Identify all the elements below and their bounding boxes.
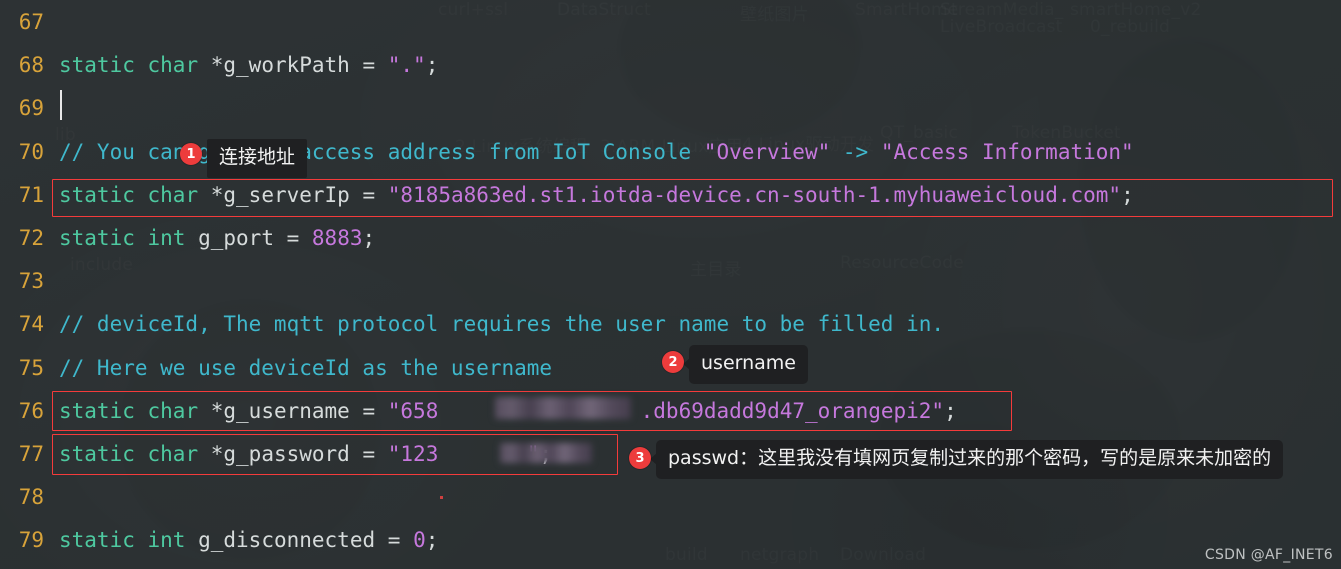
token-kw: char [147, 398, 199, 423]
token-op [135, 226, 148, 250]
text-caret [60, 90, 62, 120]
token-op: ; [425, 528, 439, 553]
line-number: 68 [18, 53, 44, 78]
token-str: "8185a863ed.st1.iotda-device.cn-south-1.… [387, 182, 1122, 207]
token-op [135, 53, 148, 77]
token-id: g_disconnected [198, 528, 376, 553]
token-str: "." [387, 53, 426, 78]
token-str: "Overview" [703, 139, 831, 164]
token-id: g_workPath [223, 53, 350, 78]
token-kw: int [147, 528, 186, 553]
token-op: = [349, 182, 388, 207]
token-str: .db69dadd9d47_orangepi2" [640, 398, 945, 423]
token-op [135, 183, 148, 207]
annotation-tooltip-3: passwd：这里我没有填网页复制过来的那个密码，写的是原来未加密的 [656, 440, 1284, 479]
code-line-text: static int g_port = 8883; [44, 217, 375, 260]
annotation-badge-2: 2 [662, 351, 684, 373]
token-str: "123 [387, 442, 439, 466]
token-op [135, 399, 148, 423]
line-number: 69 [18, 96, 44, 121]
code-line[interactable]: 76 static char *g_username = "658 .db69da… [0, 390, 1341, 433]
token-cmt: // deviceId, The mqtt protocol requires … [59, 312, 945, 337]
token-op [135, 442, 148, 466]
stray-red-dot [440, 496, 443, 499]
token-op: * [198, 53, 224, 78]
line-number: 72 [18, 226, 44, 250]
token-kw: int [147, 226, 186, 250]
token-cmt: // You can get the access address from I… [59, 139, 704, 164]
code-line[interactable]: 78 [0, 476, 1341, 519]
code-line[interactable]: 74 // deviceId, The mqtt protocol require… [0, 303, 1341, 346]
line-number: 74 [18, 312, 44, 337]
token-kw: static [59, 528, 135, 553]
token-kw: char [147, 53, 199, 78]
token-op: * [198, 182, 224, 207]
token-str: "658 [387, 398, 439, 423]
token-kw: char [147, 442, 199, 466]
code-line-text: // deviceId, The mqtt protocol requires … [44, 303, 944, 346]
token-num: 8883 [311, 226, 363, 250]
code-editor-screenshot: curl+sslDataStruct壁纸图片SmartHomeStreamMed… [0, 0, 1341, 569]
password-redaction [500, 443, 592, 463]
token-kw: static [59, 398, 135, 423]
csdn-watermark: CSDN @AF_INET6 [1204, 547, 1333, 563]
username-redaction [495, 397, 631, 419]
token-op: = [375, 528, 414, 553]
token-id: g_password [223, 442, 350, 466]
token-op: = [349, 53, 388, 78]
annotation-badge-1: 1 [180, 143, 202, 165]
token-id: g_port [198, 226, 274, 250]
token-op [185, 528, 198, 552]
code-line[interactable]: 71 static char *g_serverIp = "8185a863ed.… [0, 174, 1341, 217]
line-number: 73 [18, 269, 44, 294]
token-str: "Access Information" [880, 139, 1134, 164]
code-line[interactable]: 67 [0, 1, 1341, 44]
token-kw: char [147, 182, 199, 207]
token-cmt: -> [830, 139, 881, 164]
code-line[interactable]: 72 static int g_port = 8883; [0, 217, 1341, 260]
token-cmt: // Here we use deviceId as the username [59, 355, 553, 380]
token-op [185, 226, 198, 250]
token-op: ; [944, 398, 957, 423]
token-op: ; [1121, 182, 1134, 207]
code-line[interactable]: 79 static int g_disconnected = 0; [0, 519, 1341, 562]
token-id: g_serverIp [223, 182, 350, 207]
code-line-text: static char *g_workPath = "."; [44, 44, 438, 87]
token-id: g_username [223, 398, 350, 423]
annotation-tooltip-2: username [689, 345, 808, 384]
token-op: = [349, 398, 388, 423]
code-lines-container[interactable]: 67 68 static char *g_workPath = "."; 69 70//… [0, 0, 1341, 569]
code-line[interactable]: 73 [0, 260, 1341, 303]
token-op: = [273, 226, 312, 250]
code-line[interactable]: 68 static char *g_workPath = "."; [0, 44, 1341, 87]
code-line-text: // Here we use deviceId as the username [44, 347, 552, 390]
annotation-badge-3: 3 [629, 447, 651, 469]
line-number: 70 [18, 139, 44, 164]
token-kw: static [59, 182, 135, 207]
code-line[interactable]: 69 [0, 87, 1341, 130]
code-line-text: static char *g_password = "123 "; [44, 433, 552, 476]
token-num: 0 [413, 528, 426, 553]
token-kw: static [59, 226, 135, 250]
token-op: = [349, 442, 388, 466]
line-number: 79 [18, 528, 44, 553]
code-line-text: static int g_disconnected = 0; [44, 519, 438, 562]
token-op: * [198, 442, 224, 466]
token-op: * [198, 398, 224, 423]
line-number: 76 [18, 398, 44, 423]
annotation-tooltip-1: 连接地址 [207, 139, 308, 178]
line-number: 78 [18, 485, 44, 510]
code-line-text: static char *g_serverIp = "8185a863ed.st… [44, 174, 1134, 217]
line-number: 67 [18, 10, 44, 34]
line-number: 77 [18, 442, 44, 466]
line-number: 75 [18, 355, 44, 380]
token-kw: static [59, 442, 135, 466]
token-op: ; [425, 53, 439, 78]
token-op: ; [362, 226, 376, 250]
token-kw: static [59, 53, 135, 78]
line-number: 71 [18, 182, 44, 207]
token-op [135, 528, 148, 552]
